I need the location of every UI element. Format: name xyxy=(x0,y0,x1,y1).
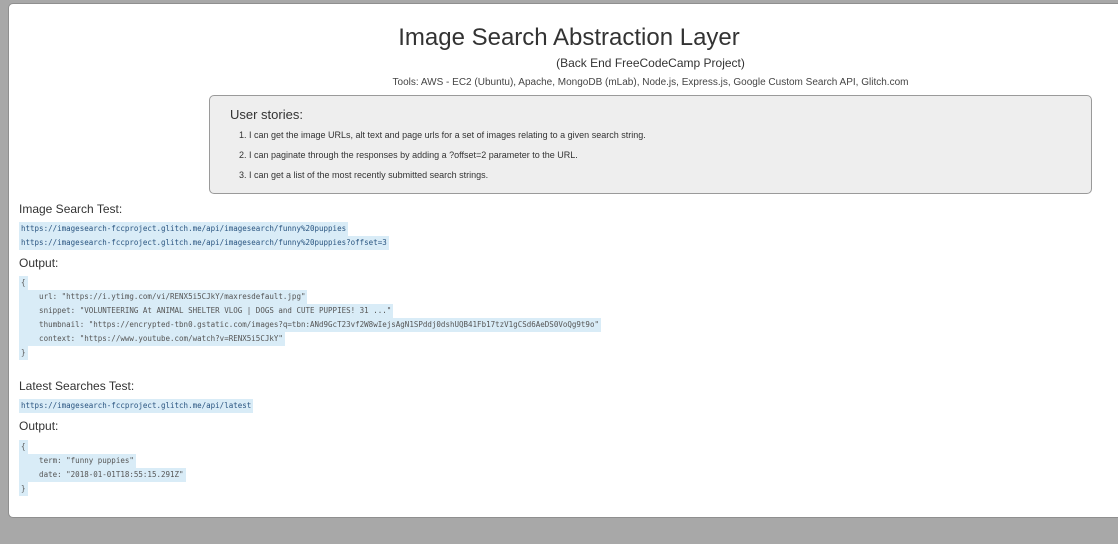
latest-searches-url-link[interactable]: https://imagesearch-fccproject.glitch.me… xyxy=(19,399,254,413)
json-line: } xyxy=(19,346,28,360)
latest-searches-output-json: { term: "funny puppies" date: "2018-01-0… xyxy=(19,440,186,496)
latest-searches-url: https://imagesearch-fccproject.glitch.me… xyxy=(19,399,254,413)
content-panel: Image Search Abstraction Layer (Back End… xyxy=(8,3,1118,518)
json-line: } xyxy=(19,482,28,496)
json-line: { xyxy=(19,440,28,454)
user-story-item: I can get the image URLs, alt text and p… xyxy=(249,128,646,148)
page-subtitle: (Back End FreeCodeCamp Project) xyxy=(556,56,745,70)
latest-searches-test-label: Latest Searches Test: xyxy=(19,379,135,393)
json-line: context: "https://www.youtube.com/watch?… xyxy=(19,332,285,346)
user-stories-list: I can get the image URLs, alt text and p… xyxy=(230,128,646,188)
json-line: date: "2018-01-01T18:55:15.291Z" xyxy=(19,468,186,482)
json-line: term: "funny puppies" xyxy=(19,454,136,468)
image-search-output-json: { url: "https://i.ytimg.com/vi/RENX5i5CJ… xyxy=(19,276,601,360)
user-story-item: I can paginate through the responses by … xyxy=(249,148,646,168)
image-search-urls: https://imagesearch-fccproject.glitch.me… xyxy=(19,222,389,250)
json-line: { xyxy=(19,276,28,290)
user-story-item: I can get a list of the most recently su… xyxy=(249,168,646,188)
image-search-output-label: Output: xyxy=(19,256,59,270)
tools-text: Tools: AWS - EC2 (Ubuntu), Apache, Mongo… xyxy=(392,77,909,88)
image-search-offset-url-link[interactable]: https://imagesearch-fccproject.glitch.me… xyxy=(19,236,389,250)
json-line: url: "https://i.ytimg.com/vi/RENX5i5CJkY… xyxy=(19,290,308,304)
user-stories-box: User stories: I can get the image URLs, … xyxy=(209,95,1092,194)
page-title: Image Search Abstraction Layer xyxy=(398,24,740,51)
image-search-test-label: Image Search Test: xyxy=(19,202,123,216)
user-stories-title: User stories: xyxy=(230,107,303,122)
json-line: thumbnail: "https://encrypted-tbn0.gstat… xyxy=(19,318,601,332)
image-search-url-link[interactable]: https://imagesearch-fccproject.glitch.me… xyxy=(19,222,349,236)
latest-searches-output-label: Output: xyxy=(19,419,59,433)
json-line: snippet: "VOLUNTEERING At ANIMAL SHELTER… xyxy=(19,304,394,318)
